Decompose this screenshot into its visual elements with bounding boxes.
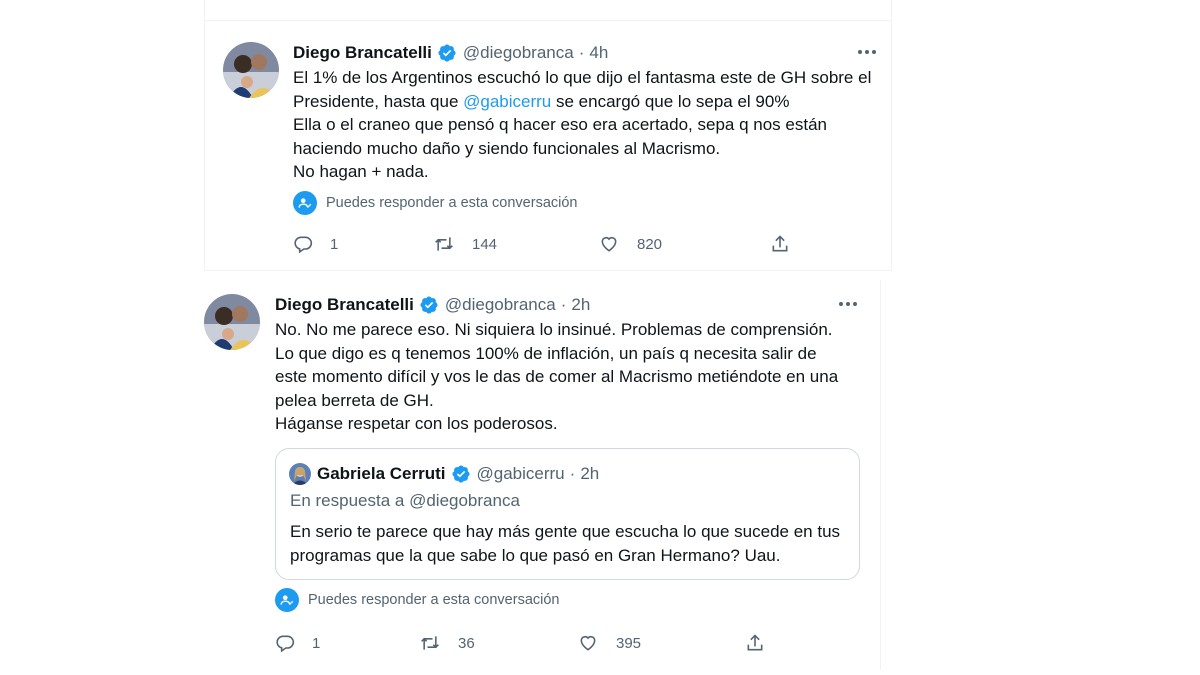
like-button[interactable]: 820 <box>598 234 770 254</box>
reply-icon <box>294 236 313 254</box>
reply-count: 1 <box>330 235 339 253</box>
quoted-author-name: Gabriela Cerruti <box>317 464 446 483</box>
separator: · <box>578 43 585 62</box>
reply-restriction-text: Puedes responder a esta conversación <box>308 592 560 608</box>
share-button[interactable] <box>770 234 790 254</box>
retweet-count: 144 <box>472 235 498 253</box>
separator: · <box>569 464 576 483</box>
timestamp: 2h <box>580 464 600 483</box>
reply-icon <box>276 635 295 653</box>
reply-restriction-note: Puedes responder a esta conversación <box>293 191 578 215</box>
mention-link[interactable]: @gabicerru <box>463 92 551 111</box>
tweet-actions: 1 144 820 <box>293 234 790 254</box>
retweet-button[interactable]: 36 <box>419 633 577 653</box>
tweet-text: El 1% de los Argentinos escuchó lo que d… <box>293 66 871 184</box>
tweet-line: Ella o el craneo que pensó q hacer eso e… <box>293 115 827 134</box>
share-icon <box>772 235 788 252</box>
separator: · <box>560 295 567 314</box>
mention-person-icon <box>275 588 299 612</box>
more-options-icon[interactable] <box>857 42 877 62</box>
quoted-tweet[interactable]: Gabriela Cerruti @gabicerru · 2h En resp… <box>275 448 860 580</box>
reply-button[interactable]: 1 <box>293 234 433 254</box>
tweet-line: Presidente, hasta que @gabicerru se enca… <box>293 90 871 114</box>
retweet-icon <box>435 237 453 251</box>
like-count: 820 <box>637 235 663 253</box>
like-count: 395 <box>616 634 642 652</box>
verified-badge-icon <box>451 464 471 484</box>
mention-person-icon <box>293 191 317 215</box>
author-name[interactable]: Diego Brancatelli <box>293 42 432 64</box>
tweet-header: Diego Brancatelli @diegobranca · 4h <box>293 42 608 64</box>
reply-button[interactable]: 1 <box>275 633 419 653</box>
tweet-text-segment: se encargó que lo sepa el 90% <box>551 91 790 111</box>
author-handle[interactable]: @diegobranca <box>445 294 556 316</box>
retweet-button[interactable]: 144 <box>433 234 598 254</box>
share-button[interactable] <box>745 633 765 653</box>
tweet-card-2[interactable]: Diego Brancatelli @diegobranca · 2h No. … <box>186 280 881 670</box>
tweet-line: No hagan + nada. <box>293 162 429 181</box>
tweet-text: No. No me parece eso. Ni siquiera lo ins… <box>275 318 838 436</box>
share-icon <box>747 634 763 651</box>
tweet-line: programas que la que sabe lo que pasó en… <box>290 545 781 565</box>
timestamp[interactable]: 2h <box>571 294 590 316</box>
tweet-text-segment: Presidente, hasta que <box>293 91 464 111</box>
author-handle[interactable]: @diegobranca <box>463 42 574 64</box>
tweet-card-1[interactable]: Diego Brancatelli @diegobranca · 4h El 1… <box>204 0 892 271</box>
author-name[interactable]: Diego Brancatelli <box>275 294 414 316</box>
quoted-tweet-text: En serio te parece que hay más gente que… <box>290 520 840 567</box>
retweet-icon <box>421 636 439 650</box>
tweet-line: pelea berreta de GH. <box>275 390 434 410</box>
retweet-count: 36 <box>458 634 475 652</box>
like-icon <box>580 635 596 651</box>
verified-badge-icon <box>437 43 457 63</box>
like-icon <box>601 236 617 252</box>
tweet-line: Háganse respetar con los poderosos. <box>275 414 558 433</box>
timestamp[interactable]: 4h <box>589 42 608 64</box>
like-button[interactable]: 395 <box>577 633 745 653</box>
tweet-line: En serio te parece que hay más gente que… <box>290 522 841 541</box>
tweet-line: Lo que digo es q tenemos 100% de inflaci… <box>275 343 817 363</box>
reply-restriction-note: Puedes responder a esta conversación <box>275 588 560 612</box>
tweet-line: No. No me parece eso. Ni siquiera lo ins… <box>275 320 833 339</box>
in-reply-to: En respuesta a @diegobranca <box>290 491 520 510</box>
avatar[interactable] <box>223 42 279 98</box>
reply-restriction-text: Puedes responder a esta conversación <box>326 195 578 211</box>
tweet-line: este momento difícil y vos le das de com… <box>275 367 839 386</box>
reply-count: 1 <box>312 634 321 652</box>
tweet-line: El 1% de los Argentinos escuchó lo que d… <box>293 68 872 87</box>
tweet-header: Diego Brancatelli @diegobranca · 2h <box>275 294 590 316</box>
avatar[interactable] <box>204 294 260 350</box>
tweet-actions: 1 36 395 <box>275 633 765 653</box>
quoted-tweet-header: Gabriela Cerruti @gabicerru · 2h <box>289 463 599 485</box>
more-options-icon[interactable] <box>838 294 858 314</box>
divider <box>205 20 891 21</box>
quoted-author-handle: @gabicerru <box>476 464 565 483</box>
avatar <box>289 463 311 485</box>
verified-badge-icon <box>419 295 439 315</box>
tweet-line: haciendo mucho daño y siendo funcionales… <box>293 138 721 158</box>
